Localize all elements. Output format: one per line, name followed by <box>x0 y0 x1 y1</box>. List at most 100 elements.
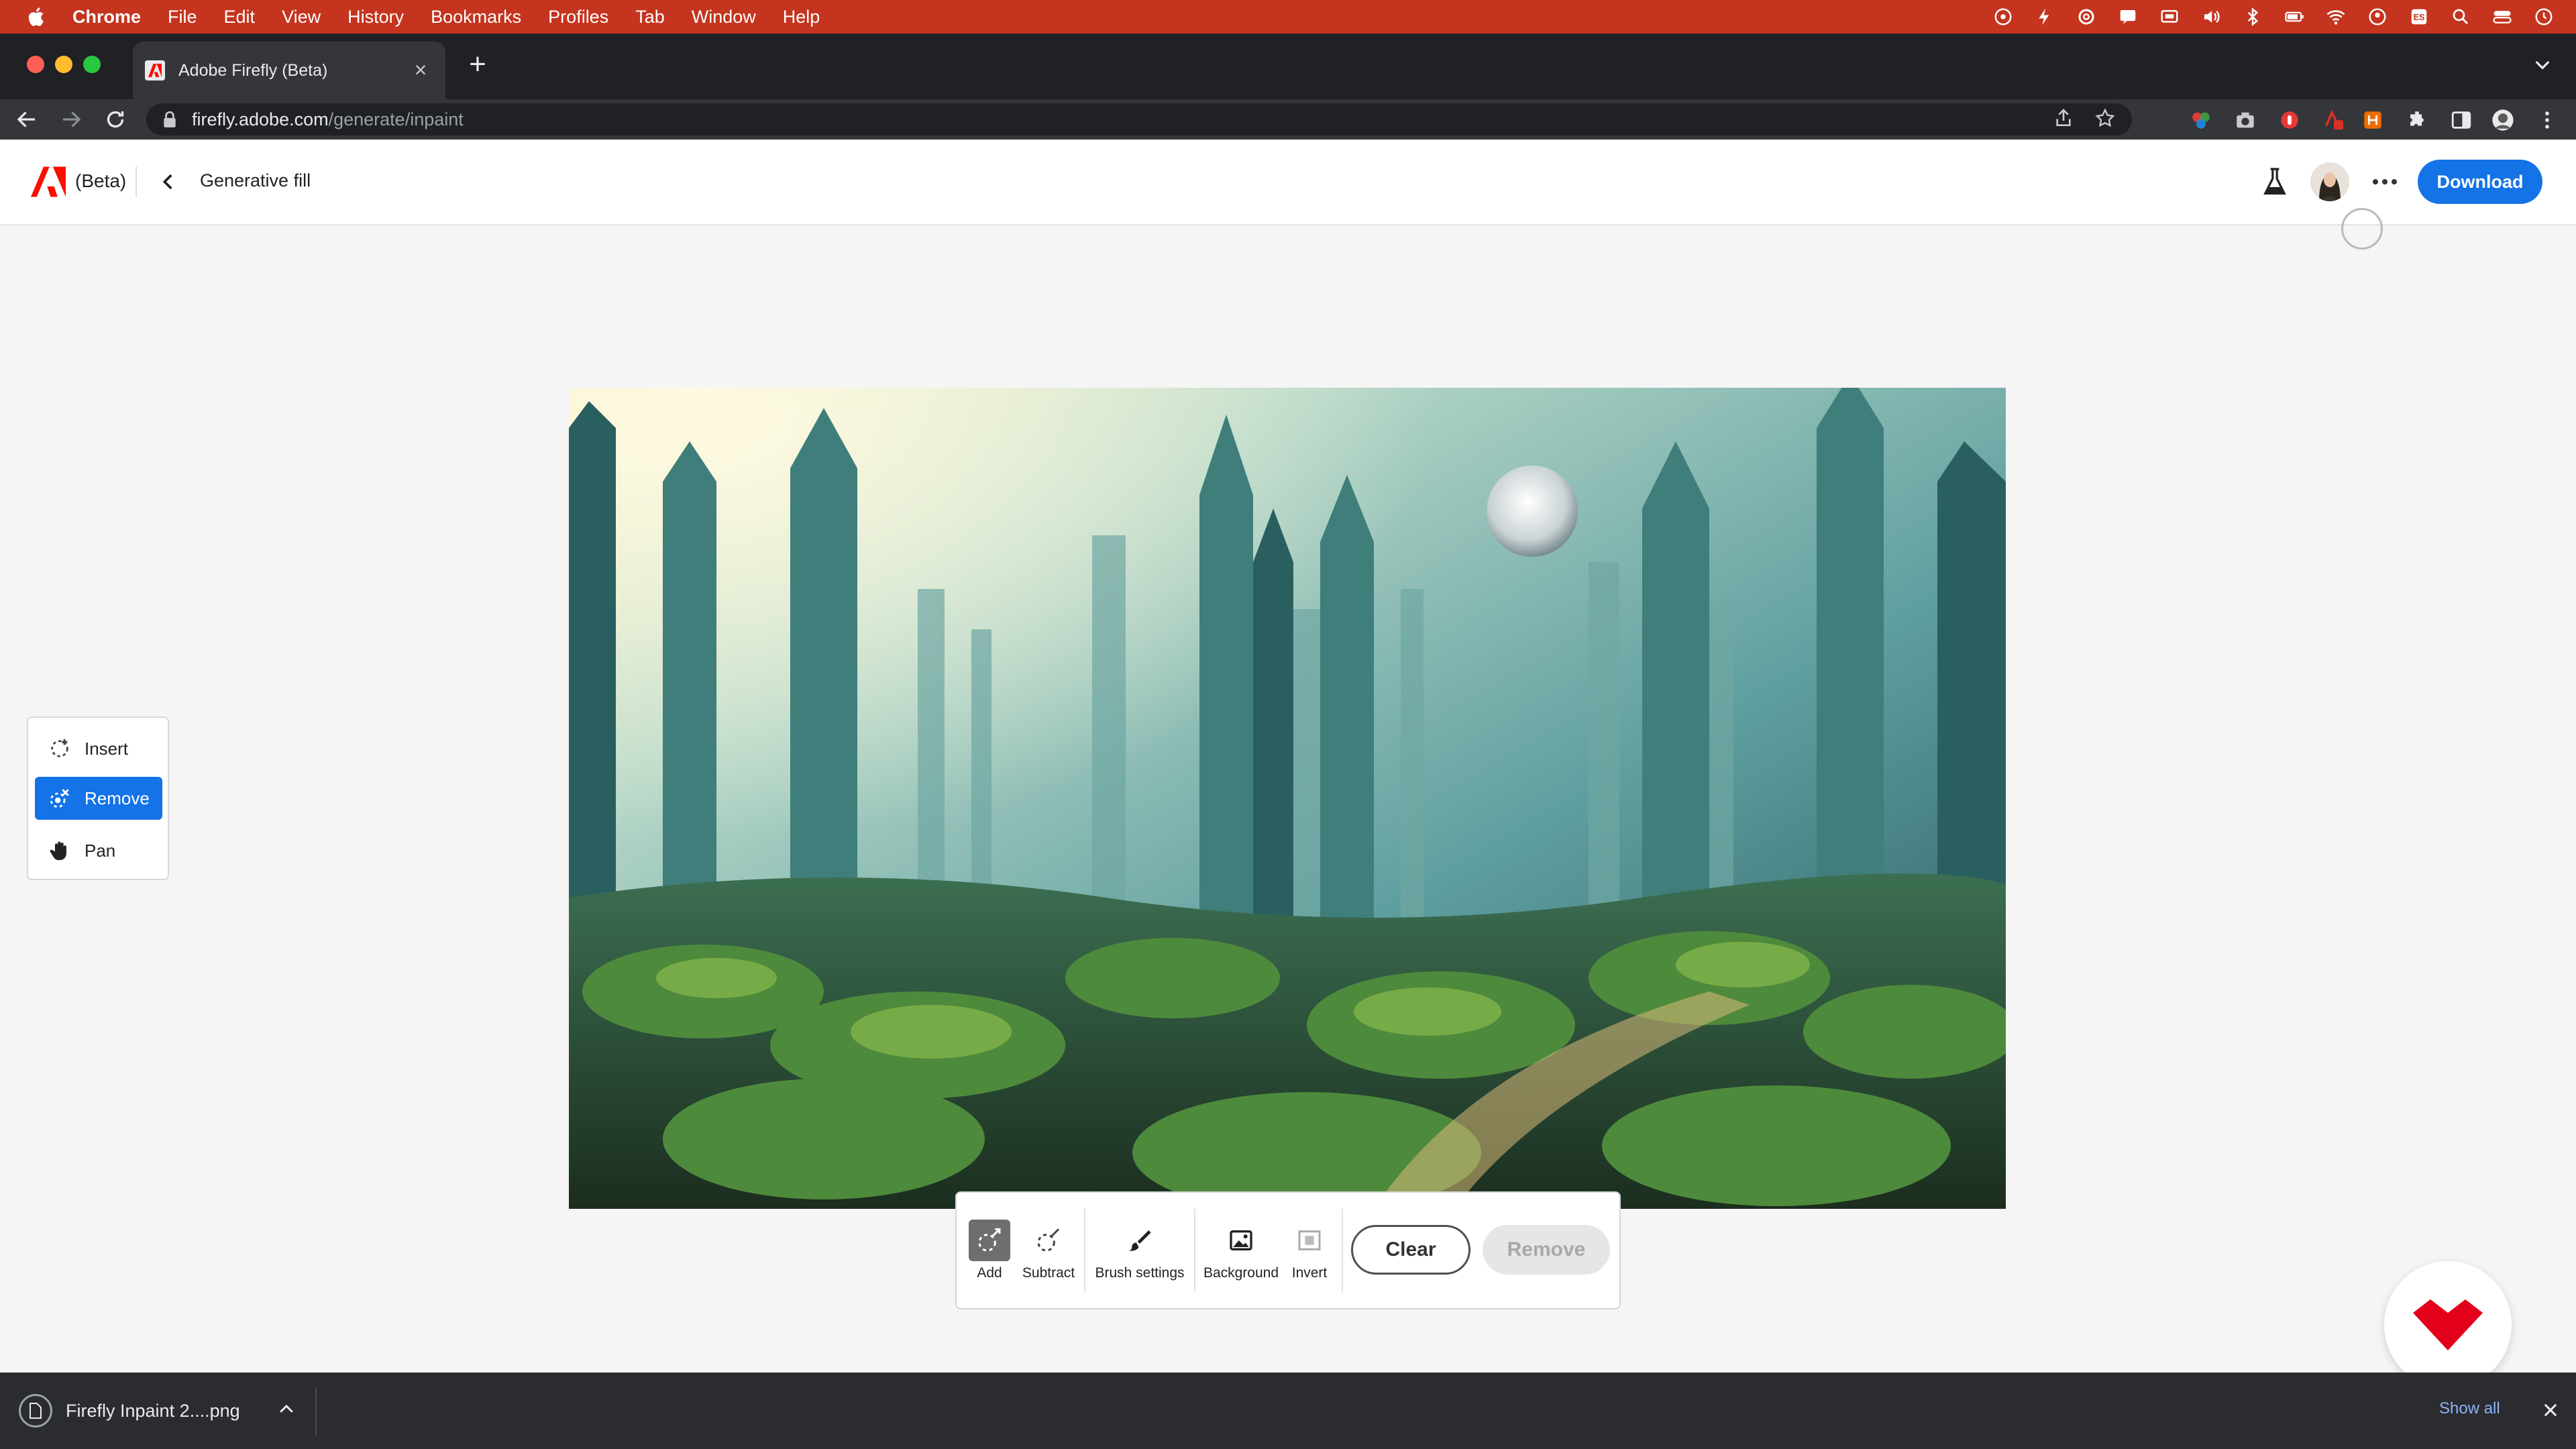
window-minimize-button[interactable] <box>55 56 72 73</box>
chevron-up-icon[interactable] <box>276 1399 297 1419</box>
user-avatar[interactable] <box>2310 162 2349 201</box>
profile-avatar-icon[interactable] <box>2490 107 2516 133</box>
clear-button[interactable]: Clear <box>1351 1225 1470 1275</box>
brush-icon <box>1128 1230 1151 1251</box>
sync-icon[interactable] <box>2073 7 2100 27</box>
menu-file[interactable]: File <box>168 7 197 28</box>
hand-icon <box>50 841 66 861</box>
menu-view[interactable]: View <box>282 7 321 28</box>
bookmark-star-icon[interactable] <box>2094 107 2116 129</box>
tool-insert[interactable]: Insert <box>35 727 162 770</box>
wifi-icon[interactable] <box>2322 7 2349 27</box>
menu-help[interactable]: Help <box>783 7 820 28</box>
menu-tab[interactable]: Tab <box>635 7 665 28</box>
control-center-icon[interactable] <box>2489 7 2516 27</box>
tab-title: Adobe Firefly (Beta) <box>178 60 328 80</box>
flask-icon[interactable] <box>2262 166 2288 197</box>
download-file-name: Firefly Inpaint 2....png <box>66 1400 240 1421</box>
cast-icon[interactable] <box>2156 7 2183 27</box>
remove-button[interactable]: Remove <box>1483 1225 1610 1275</box>
adobe-favicon-icon <box>145 60 165 80</box>
window-zoom-button[interactable] <box>83 56 101 73</box>
tool-pan[interactable]: Pan <box>35 829 162 872</box>
keyboard-layout-label: ES <box>2414 13 2425 22</box>
subtract-brush-icon <box>1037 1228 1060 1252</box>
share-icon[interactable] <box>2053 107 2074 129</box>
tool-remove-label: Remove <box>85 788 150 808</box>
beta-label: (Beta) <box>75 170 127 191</box>
lightning-icon[interactable] <box>2031 7 2058 27</box>
brush-settings-button[interactable]: Brush settings <box>1091 1220 1189 1281</box>
user-icon[interactable] <box>2364 7 2391 27</box>
downloads-divider <box>315 1387 317 1436</box>
tool-remove[interactable]: Remove <box>35 777 162 820</box>
tool-insert-label: Insert <box>85 738 129 759</box>
toolbar-divider <box>1342 1209 1343 1292</box>
background-button[interactable]: Background <box>1201 1220 1281 1281</box>
menu-window[interactable]: Window <box>692 7 756 28</box>
new-tab-button[interactable]: + <box>464 50 491 79</box>
volume-icon[interactable] <box>2198 7 2224 27</box>
background-label: Background <box>1203 1265 1279 1281</box>
invert-button[interactable]: Invert <box>1283 1220 1336 1281</box>
url-host: firefly.adobe.com <box>192 109 329 129</box>
record-extension-icon[interactable] <box>2277 107 2302 133</box>
orange-extension-icon[interactable] <box>2360 107 2385 133</box>
canvas-image[interactable] <box>569 388 2006 1209</box>
side-panel-icon[interactable] <box>2449 107 2474 133</box>
brush-settings-label: Brush settings <box>1095 1265 1185 1281</box>
back-chevron-icon[interactable] <box>157 169 180 195</box>
creative-cloud-icon[interactable] <box>1990 7 2017 27</box>
adobe-logo-icon[interactable] <box>31 166 66 197</box>
menu-bar: Chrome File Edit View History Bookmarks … <box>0 0 2576 34</box>
camera-extension-icon[interactable] <box>2233 107 2258 133</box>
show-all-link[interactable]: Show all <box>2439 1399 2500 1418</box>
menu-app-name[interactable]: Chrome <box>72 7 141 28</box>
reload-button[interactable] <box>103 107 127 131</box>
menu-edit[interactable]: Edit <box>224 7 256 28</box>
bluetooth-icon[interactable] <box>2239 7 2266 27</box>
back-button[interactable] <box>15 107 39 131</box>
window-close-button[interactable] <box>27 56 44 73</box>
tool-pan-label: Pan <box>85 840 116 861</box>
close-icon[interactable] <box>2541 1401 2560 1419</box>
more-options-button[interactable] <box>2368 166 2402 197</box>
clock-icon[interactable] <box>2530 7 2557 27</box>
toolbar-divider <box>1084 1209 1085 1292</box>
download-button[interactable]: Download <box>2418 160 2542 204</box>
remove-icon <box>50 789 69 808</box>
menu-profiles[interactable]: Profiles <box>548 7 608 28</box>
subtract-brush-button[interactable]: Subtract <box>1018 1220 1079 1281</box>
menu-history[interactable]: History <box>347 7 404 28</box>
toolbar-divider <box>1194 1209 1195 1292</box>
battery-icon[interactable] <box>2281 7 2308 27</box>
apple-icon[interactable] <box>25 5 48 28</box>
url-text[interactable]: firefly.adobe.com/generate/inpaint <box>192 109 464 130</box>
forward-button[interactable] <box>59 107 83 131</box>
address-bar[interactable]: firefly.adobe.com/generate/inpaint <box>146 103 2132 136</box>
color-picker-extension-icon[interactable] <box>2188 107 2214 133</box>
dot-icon <box>2373 179 2378 184</box>
brush-toolbar: Add Subtract Brush settings Background I… <box>955 1191 1621 1309</box>
omnibox-actions <box>2053 107 2116 129</box>
add-brush-button[interactable]: Add <box>966 1220 1013 1281</box>
tab-search-chevron-icon[interactable] <box>2532 54 2553 75</box>
keyboard-icon[interactable]: ES <box>2406 7 2432 27</box>
menu-bookmarks[interactable]: Bookmarks <box>431 7 521 28</box>
downloads-bar: Firefly Inpaint 2....png Show all <box>0 1373 2576 1449</box>
download-item[interactable]: Firefly Inpaint 2....png <box>19 1393 240 1429</box>
insert-icon <box>51 739 68 757</box>
browser-menu-icon[interactable] <box>2534 107 2560 133</box>
floating-logo-badge[interactable] <box>2384 1261 2512 1389</box>
notification-icon[interactable] <box>2114 7 2141 27</box>
lock-icon[interactable] <box>162 111 177 128</box>
image-icon <box>1230 1230 1252 1250</box>
calendar-extension-icon[interactable] <box>2321 107 2347 133</box>
browser-tab[interactable]: Adobe Firefly (Beta) × <box>133 42 445 99</box>
search-icon[interactable] <box>2447 7 2474 27</box>
invert-label: Invert <box>1291 1265 1328 1281</box>
page-title: Generative fill <box>200 170 311 191</box>
tab-close-icon[interactable]: × <box>409 58 432 81</box>
app-header: (Beta) Generative fill Download <box>0 140 2576 225</box>
extensions-puzzle-icon[interactable] <box>2404 107 2430 133</box>
